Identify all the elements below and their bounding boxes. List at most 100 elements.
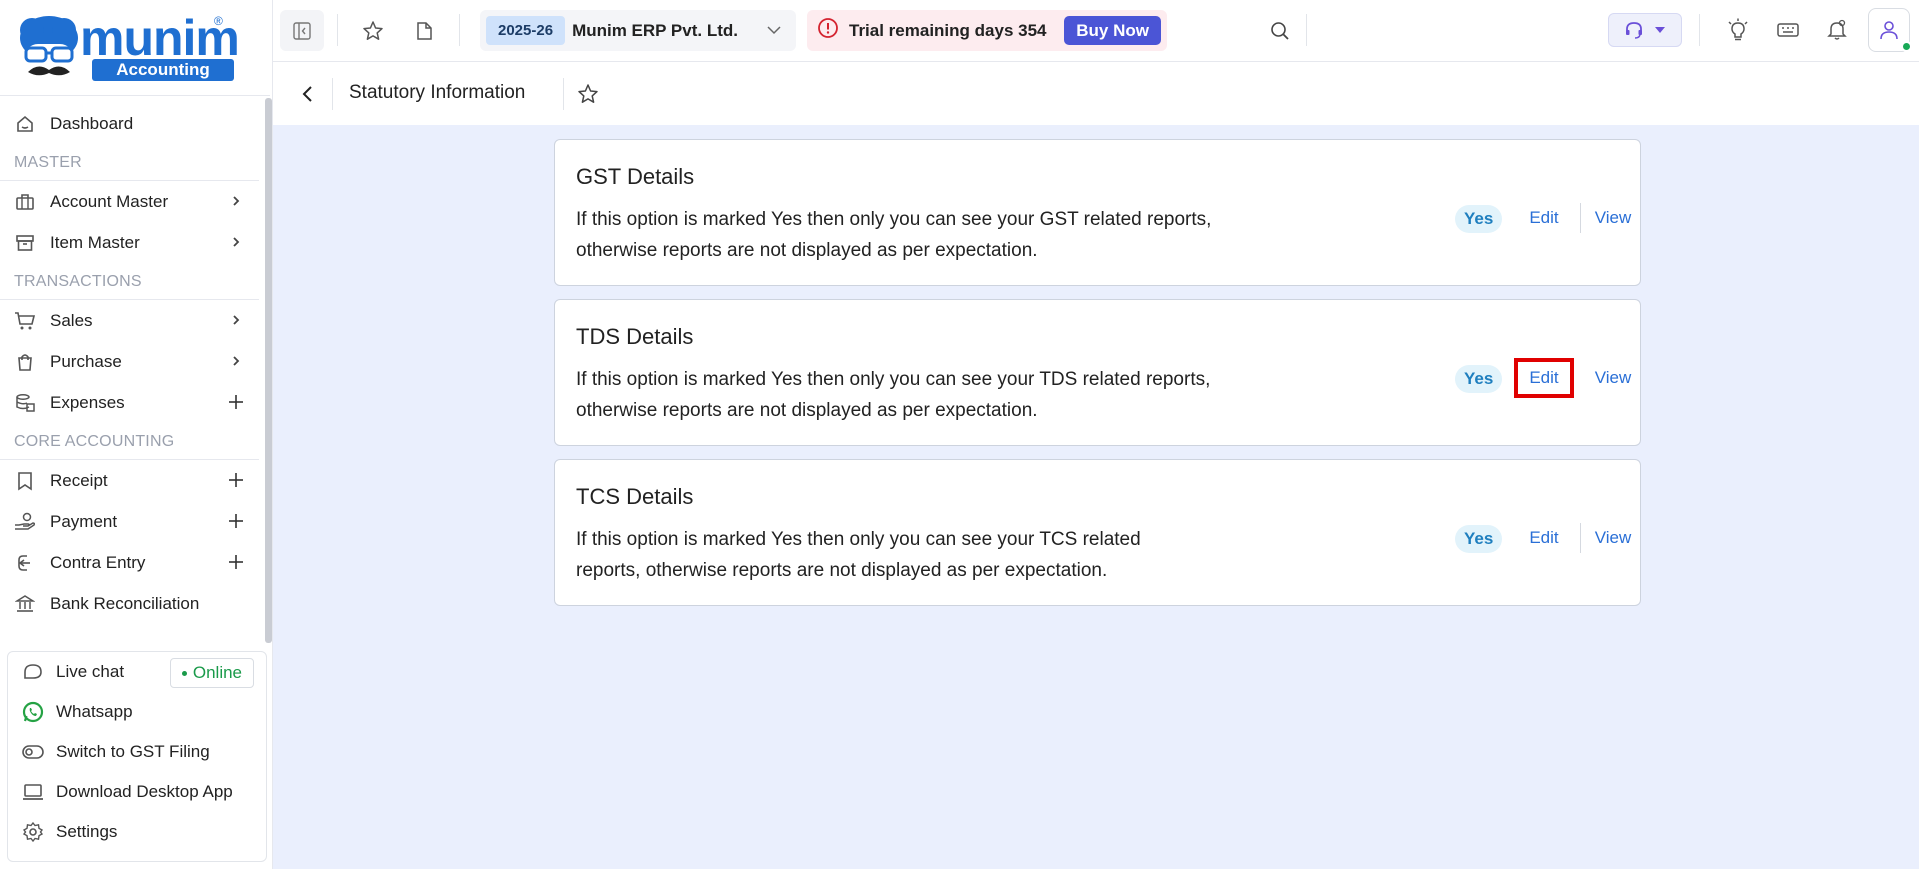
coins-icon	[14, 392, 36, 414]
card-description-line: reports, otherwise reports are not displ…	[576, 560, 1108, 581]
gear-icon	[22, 821, 44, 843]
user-avatar[interactable]	[1868, 8, 1912, 52]
view-button[interactable]: View	[1588, 198, 1638, 238]
user-icon	[1880, 21, 1898, 40]
alert-circle-icon	[817, 17, 839, 44]
toolbar-separator	[1306, 14, 1307, 46]
sidebar-item-label: Item Master	[50, 232, 140, 252]
card-title: GST Details	[576, 164, 695, 189]
back-button[interactable]	[296, 82, 320, 106]
sidebar-nav: Dashboard MASTER Account Master Item Mas…	[0, 103, 265, 624]
file-icon	[417, 22, 432, 40]
sidebar-item-label: Payment	[50, 511, 118, 531]
edit-button[interactable]: Edit	[1514, 198, 1574, 238]
view-button[interactable]: View	[1588, 358, 1638, 398]
sidebar-item-account-master[interactable]: Account Master	[0, 181, 265, 222]
sidebar-toggle-icon	[293, 21, 311, 40]
sidebar-item-sales[interactable]: Sales	[0, 300, 265, 341]
company-name: Munim ERP Pvt. Ltd.	[572, 20, 738, 40]
toolbar-separator	[459, 14, 460, 46]
plus-icon[interactable]	[227, 393, 245, 411]
documents-button[interactable]	[411, 18, 437, 44]
whatsapp-item[interactable]: Whatsapp	[8, 692, 266, 732]
favorites-button[interactable]	[360, 18, 386, 44]
sidebar-scrollbar[interactable]	[265, 98, 272, 643]
chevron-left-icon	[302, 86, 312, 102]
plus-icon[interactable]	[227, 512, 245, 530]
main-content: Statutory Information GST Details If thi…	[273, 62, 1919, 869]
header-separator	[332, 78, 333, 110]
card-description-line: otherwise reports are not displayed as p…	[576, 240, 1038, 261]
section-title-transactions: TRANSACTIONS	[0, 263, 259, 300]
bank-icon	[14, 593, 36, 615]
mascot-icon	[20, 16, 78, 78]
lightbulb-icon	[1728, 18, 1748, 41]
whatsapp-icon	[22, 701, 44, 723]
search-button[interactable]	[1267, 18, 1293, 44]
sidebar-item-receipt[interactable]: Receipt	[0, 460, 265, 501]
card-description: If this option is marked Yes then only y…	[576, 364, 1296, 426]
chat-bubble-icon	[22, 661, 44, 683]
view-button[interactable]: View	[1588, 518, 1638, 558]
settings-item[interactable]: Settings	[8, 812, 266, 852]
card-description-line: If this option is marked Yes then only y…	[576, 529, 1141, 550]
sidebar-item-item-master[interactable]: Item Master	[0, 222, 265, 263]
card-title: TDS Details	[576, 324, 694, 349]
buy-now-button[interactable]: Buy Now	[1064, 16, 1161, 45]
sidebar-item-payment[interactable]: Payment	[0, 501, 265, 542]
edit-button[interactable]: Edit	[1514, 358, 1574, 398]
section-title-master: MASTER	[0, 144, 259, 181]
plus-icon[interactable]	[227, 553, 245, 571]
sidebar-item-purchase[interactable]: Purchase	[0, 341, 265, 382]
plus-icon[interactable]	[227, 471, 245, 489]
sidebar-item-label: Dashboard	[50, 113, 134, 133]
sidebar-item-bank-reconciliation[interactable]: Bank Reconciliation	[0, 583, 265, 624]
logo-badge: Accounting	[92, 59, 234, 81]
card-title: TCS Details	[576, 484, 694, 509]
top-bar: 2025-26 Munim ERP Pvt. Ltd. Trial remain…	[273, 0, 1919, 62]
tips-button[interactable]	[1725, 17, 1751, 43]
sidebar-item-expenses[interactable]: Expenses	[0, 382, 265, 423]
switch-gst-label: Switch to GST Filing	[56, 742, 210, 761]
collapse-sidebar-button[interactable]	[280, 10, 324, 51]
sidebar-item-label: Contra Entry	[50, 552, 146, 572]
chevron-right-icon	[227, 192, 245, 210]
whatsapp-label: Whatsapp	[56, 702, 133, 721]
company-selector[interactable]: 2025-26 Munim ERP Pvt. Ltd.	[480, 10, 796, 51]
sidebar-item-label: Sales	[50, 310, 93, 330]
home-icon	[14, 113, 36, 135]
sidebar-item-contra-entry[interactable]: Contra Entry	[0, 542, 265, 583]
sidebar-item-label: Bank Reconciliation	[50, 593, 200, 613]
sidebar-item-label: Expenses	[50, 392, 125, 412]
keyboard-icon	[1777, 23, 1799, 37]
switch-gst-filing-item[interactable]: Switch to GST Filing	[8, 732, 266, 772]
trial-remaining-text: Trial remaining days 354	[849, 20, 1047, 40]
edit-button[interactable]: Edit	[1514, 518, 1574, 558]
card-description: If this option is marked Yes then only y…	[576, 524, 1296, 586]
sidebar: munim ® Accounting Dashboard MASTER Acco…	[0, 0, 273, 869]
registered-mark: ®	[214, 14, 223, 28]
live-chat-item[interactable]: Live chat Online	[8, 652, 266, 692]
action-separator	[1580, 523, 1581, 553]
chevron-right-icon	[227, 233, 245, 251]
sidebar-divider	[0, 95, 270, 96]
online-indicator	[1901, 41, 1912, 52]
online-dot	[181, 670, 187, 676]
notifications-button[interactable]	[1824, 17, 1850, 43]
sidebar-item-dashboard[interactable]: Dashboard	[0, 103, 265, 144]
gst-details-card: GST Details If this option is marked Yes…	[554, 139, 1641, 286]
action-separator	[1580, 203, 1581, 233]
hand-coin-icon	[14, 511, 36, 533]
keyboard-shortcuts-button[interactable]	[1775, 17, 1801, 43]
sidebar-item-label: Receipt	[50, 470, 108, 490]
support-dropdown[interactable]	[1608, 13, 1682, 47]
download-desktop-app-item[interactable]: Download Desktop App	[8, 772, 266, 812]
chevron-down-icon	[766, 22, 782, 43]
status-badge: Yes	[1455, 205, 1503, 233]
add-to-favorites-button[interactable]	[576, 82, 600, 106]
tds-details-card: TDS Details If this option is marked Yes…	[554, 299, 1641, 446]
munim-logo[interactable]: munim ® Accounting	[18, 12, 240, 88]
bookmark-icon	[14, 470, 36, 492]
settings-label: Settings	[56, 822, 118, 841]
section-title-core-accounting: CORE ACCOUNTING	[0, 423, 259, 460]
